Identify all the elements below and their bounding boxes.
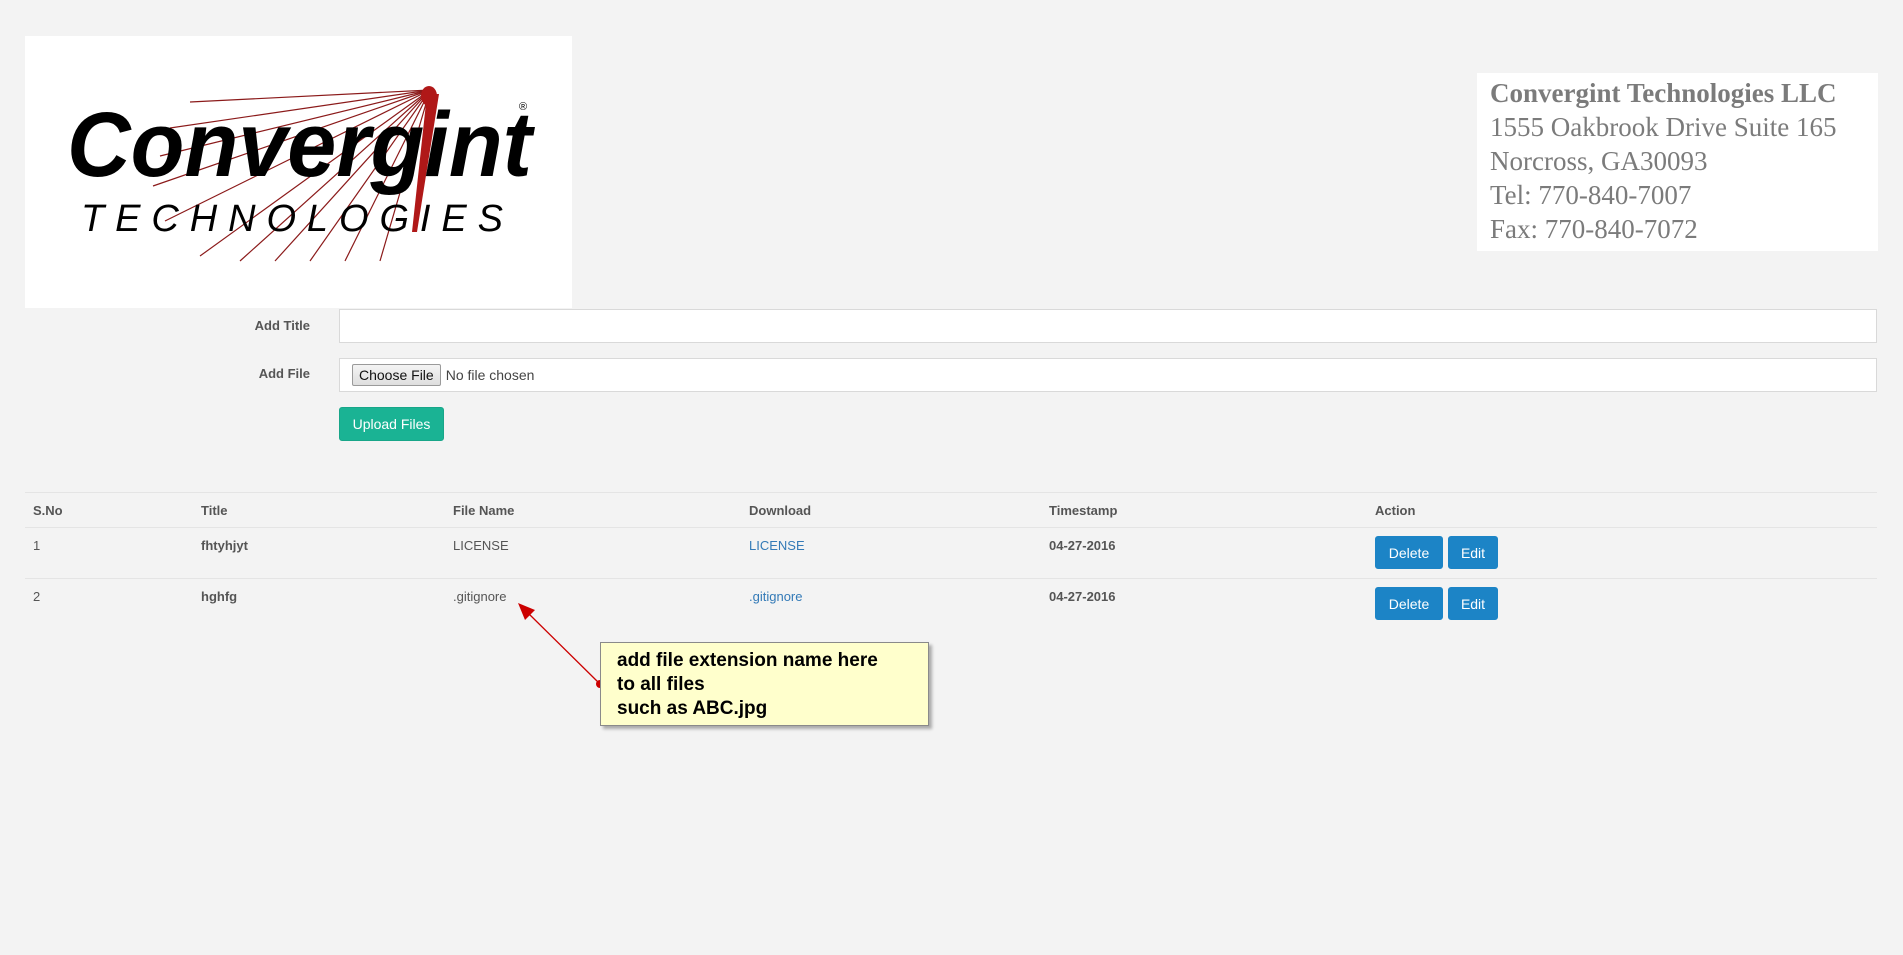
- row-title: fhtyhjyt: [201, 538, 248, 553]
- logo-wordmark: Convergint: [67, 94, 535, 196]
- upload-files-button[interactable]: Upload Files: [339, 407, 444, 441]
- header-download: Download: [749, 503, 812, 518]
- row-divider: [25, 578, 1877, 579]
- no-file-status: No file chosen: [445, 367, 535, 383]
- row-sno: 2: [33, 589, 41, 604]
- row-file-name: LICENSE: [453, 538, 509, 553]
- row-download-link[interactable]: LICENSE: [749, 538, 805, 553]
- company-address-line2: Norcross, GA30093: [1490, 146, 1708, 176]
- header-title: Title: [201, 503, 228, 518]
- header-file-name: File Name: [453, 503, 515, 518]
- company-logo: Convergint TECHNOLOGIES ®: [25, 36, 572, 308]
- logo-subtitle: TECHNOLOGIES: [81, 198, 503, 240]
- arrowhead-icon: [518, 603, 535, 620]
- table-top-border: [25, 492, 1877, 493]
- header-sno: S.No: [33, 503, 63, 518]
- edit-button[interactable]: Edit: [1448, 587, 1498, 620]
- header-timestamp: Timestamp: [1049, 503, 1118, 518]
- file-input[interactable]: Choose File No file chosen: [339, 358, 1877, 392]
- logo-graphic: Convergint TECHNOLOGIES ®: [67, 86, 535, 262]
- arrow-line: [526, 611, 601, 685]
- add-file-label: Add File: [258, 366, 310, 381]
- edit-button[interactable]: Edit: [1448, 536, 1498, 569]
- row-sno: 1: [33, 538, 41, 553]
- logo-registered-mark: ®: [519, 101, 527, 113]
- title-input[interactable]: [339, 309, 1877, 343]
- row-timestamp: 04-27-2016: [1049, 538, 1116, 553]
- company-tel: Tel: 770-840-7007: [1490, 180, 1692, 210]
- delete-button[interactable]: Delete: [1375, 536, 1443, 569]
- callout-line3: such as ABC.jpg: [617, 698, 768, 719]
- annotation-callout: add file extension name here to all file…: [600, 642, 929, 726]
- row-file-name: .gitignore: [453, 589, 507, 604]
- callout-line2: to all files: [617, 674, 705, 695]
- callout-line1: add file extension name here: [617, 650, 878, 671]
- row-title: hghfg: [201, 589, 238, 604]
- row-timestamp: 04-27-2016: [1049, 589, 1116, 604]
- company-fax: Fax: 770-840-7072: [1490, 214, 1698, 244]
- header-action: Action: [1375, 503, 1416, 518]
- row-download-link[interactable]: .gitignore: [749, 589, 802, 604]
- choose-file-button[interactable]: Choose File: [352, 364, 441, 386]
- delete-button[interactable]: Delete: [1375, 587, 1443, 620]
- company-address-line1: 1555 Oakbrook Drive Suite 165: [1490, 112, 1837, 142]
- company-name: Convergint Technologies LLC: [1490, 78, 1837, 108]
- row-divider: [25, 527, 1877, 528]
- add-title-label: Add Title: [254, 318, 310, 333]
- company-address-block: Convergint Technologies LLC 1555 Oakbroo…: [1477, 73, 1878, 251]
